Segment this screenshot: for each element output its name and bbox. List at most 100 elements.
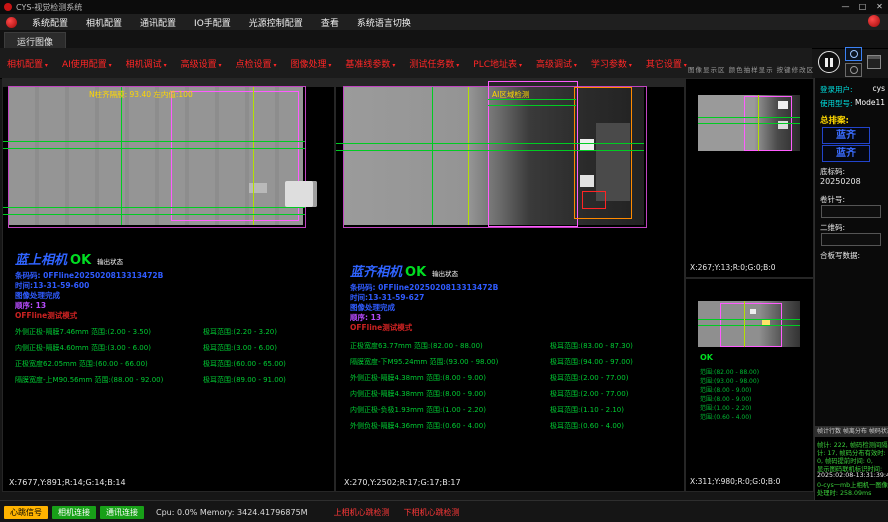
pink-roi-rect bbox=[488, 81, 578, 227]
measure-value: 外侧正极-隔膜4.38mm 范围:(8.00 - 9.00) bbox=[350, 373, 550, 383]
frame-stats-panel: 帧计行数 帧离分布 帧码状态 帧计: 222, 帧码检测间隔: 计: 17, 帧… bbox=[814, 426, 888, 501]
measure-range: 极耳范围:(2.20 - 3.20) bbox=[203, 327, 277, 337]
tool-image-process[interactable]: 图像处理 bbox=[283, 57, 338, 70]
needle-input[interactable] bbox=[821, 205, 881, 218]
qr-label: 二维码: bbox=[820, 222, 845, 233]
measure-row: 内侧正极-负极1.93mm 范围:(1.00 - 2.20)极耳范围:(1.10… bbox=[350, 405, 624, 415]
measure-range: 范围:(82.00 - 88.00) bbox=[700, 367, 759, 376]
yellow-guide-vline bbox=[758, 95, 759, 151]
model-label: 使用型号: bbox=[820, 98, 853, 109]
overlay-warn-text: N柱齐隔膜: 93.40 左内值:100 bbox=[89, 89, 193, 100]
tool-baseline-params[interactable]: 基准线参数 bbox=[338, 57, 402, 70]
tool-spot-check[interactable]: 点检设置 bbox=[229, 57, 284, 70]
stat-line-process-time: 处理时: 258.09ms bbox=[817, 488, 871, 497]
measure-row: 外侧正极-隔膜4.38mm 范围:(8.00 - 9.00)极耳范围:(2.00… bbox=[350, 373, 628, 383]
menu-light-config[interactable]: 光源控制配置 bbox=[240, 16, 312, 29]
camera-icon bbox=[850, 66, 858, 74]
measure-row: 内侧正极-隔膜4.60mm 范围:(3.00 - 6.00)极耳范围:(3.00… bbox=[15, 343, 277, 353]
green-guide-hline bbox=[336, 150, 644, 151]
measure-range: 范围:(8.00 - 9.00) bbox=[700, 385, 751, 394]
preview-view-top[interactable]: X:267;Y:13;R:0;G:0;B:0 bbox=[685, 78, 814, 278]
tool-plc-address[interactable]: PLC地址表 bbox=[466, 57, 529, 70]
brand-logo-right-icon bbox=[868, 15, 880, 27]
result-ok: OK bbox=[405, 265, 426, 280]
green-guide-hline bbox=[3, 207, 305, 208]
measure-range: 极耳范围:(60.00 - 65.00) bbox=[203, 359, 286, 369]
measure-range: 极耳范围:(83.00 - 87.30) bbox=[550, 341, 633, 351]
layout-button[interactable] bbox=[867, 55, 881, 69]
measure-row: 外侧正极-隔膜7.46mm 范围:(2.00 - 3.50)极耳范围:(2.20… bbox=[15, 327, 277, 337]
measure-value: 内侧正极-隔膜4.60mm 范围:(3.00 - 6.00) bbox=[15, 343, 203, 353]
maximize-button[interactable]: □ bbox=[854, 0, 871, 14]
pixel-coordinate-readout: X:311;Y:980;R:0;G:0;B:0 bbox=[690, 477, 780, 486]
model-row: 使用型号: Mode11 bbox=[820, 98, 885, 109]
measure-value: 外侧正极-隔膜7.46mm 范围:(2.00 - 3.50) bbox=[15, 327, 203, 337]
measure-value: 正极宽度62.05mm 范围:(60.00 - 66.00) bbox=[15, 359, 203, 369]
camera-lower-button[interactable] bbox=[845, 63, 862, 77]
menu-camera-config[interactable]: 相机配置 bbox=[77, 16, 131, 29]
tool-camera-debug[interactable]: 相机调试 bbox=[119, 57, 174, 70]
measure-value: 内侧正极-隔膜4.38mm 范围:(8.00 - 9.00) bbox=[350, 389, 550, 399]
green-guide-hline bbox=[336, 143, 644, 144]
green-guide-hline bbox=[698, 325, 800, 326]
measure-value: 隔膜宽度-下M95.24mm 范围:(93.00 - 98.00) bbox=[350, 357, 550, 367]
total-label: 总排案: bbox=[820, 114, 849, 126]
green-guide-hline bbox=[3, 214, 305, 215]
green-guide-vline bbox=[432, 87, 433, 225]
lower-camera-view[interactable]: AI区域检测 蓝齐相机OK输出状态 条码码: 0FFline2025020813… bbox=[335, 78, 685, 492]
menu-language[interactable]: 系统语言切换 bbox=[348, 16, 420, 29]
tool-learn-params[interactable]: 学习参数 bbox=[584, 57, 639, 70]
menu-comm-config[interactable]: 通讯配置 bbox=[131, 16, 185, 29]
tool-ai-config[interactable]: AI使用配置 bbox=[55, 57, 119, 70]
measure-value: 外侧负极-隔膜4.36mm 范围:(0.60 - 4.00) bbox=[350, 421, 550, 431]
minimize-button[interactable]: — bbox=[837, 0, 854, 14]
bottom-code-value: 20250208 bbox=[820, 177, 861, 186]
measure-row: 隔膜宽度-上M90.56mm 范围:(88.00 - 92.00)极耳范围:(8… bbox=[15, 375, 286, 385]
status-bar: 心跳信号 相机连接 通讯连接 Cpu: 0.0% Memory: 3424.41… bbox=[0, 500, 888, 522]
tool-advanced-debug[interactable]: 高级调试 bbox=[529, 57, 584, 70]
qr-input[interactable] bbox=[821, 233, 881, 246]
camera-connect-badge: 相机连接 bbox=[52, 506, 96, 519]
menu-io-config[interactable]: IO手配置 bbox=[185, 16, 240, 29]
tool-test-tasks[interactable]: 测试任务数 bbox=[402, 57, 466, 70]
result-subtitle: 输出状态 bbox=[97, 258, 123, 266]
pixel-coordinate-readout: X:7677,Y:891;R:14;G:14;B:14 bbox=[9, 478, 126, 487]
menu-system-config[interactable]: 系统配置 bbox=[23, 16, 77, 29]
close-button[interactable]: ✕ bbox=[871, 0, 888, 14]
measure-range: 极耳范围:(1.10 - 2.10) bbox=[550, 405, 624, 415]
measure-value: 隔膜宽度-上M90.56mm 范围:(88.00 - 92.00) bbox=[15, 375, 203, 385]
measure-range: 范围:(1.00 - 2.20) bbox=[700, 403, 751, 412]
measure-range: 极耳范围:(3.00 - 6.00) bbox=[203, 343, 277, 353]
result-title-text: 蓝齐相机 bbox=[350, 265, 402, 280]
needle-label: 卷针号: bbox=[820, 194, 845, 205]
yellow-guide-vline bbox=[253, 87, 254, 225]
result-ok: OK bbox=[700, 353, 713, 362]
tool-advanced-settings[interactable]: 高级设置 bbox=[174, 57, 229, 70]
window-controls: — □ ✕ bbox=[837, 0, 888, 14]
model-value: Mode11 bbox=[855, 98, 885, 109]
green-guide-hline bbox=[698, 123, 800, 124]
tool-other-settings[interactable]: 其它设置 bbox=[639, 57, 694, 70]
measure-range: 极耳范围:(2.00 - 77.00) bbox=[550, 389, 628, 399]
camera-upper-button[interactable] bbox=[845, 47, 862, 61]
green-guide-hline bbox=[3, 141, 305, 142]
preview-view-bottom[interactable]: OK 范围:(82.00 - 88.00) 范围:(93.00 - 98.00)… bbox=[685, 278, 814, 492]
menu-view[interactable]: 查看 bbox=[312, 16, 348, 29]
tab-row: 运行图像 bbox=[0, 30, 888, 49]
pixel-coordinate-readout: X:267;Y:13;R:0;G:0;B:0 bbox=[690, 263, 776, 272]
bottom-code-label: 底标码: bbox=[820, 166, 845, 177]
title-bar: CYS-视觉检测系统 — □ ✕ bbox=[0, 0, 888, 14]
upper-camera-view[interactable]: N柱齐隔膜: 93.40 左内值:100 蓝上相机OK输出状态 条码码: 0FF… bbox=[2, 78, 335, 492]
login-user-label: 登录用户: bbox=[820, 84, 853, 95]
measure-value: 正极宽度63.77mm 范围:(82.00 - 88.00) bbox=[350, 341, 550, 351]
red-roi-rect bbox=[582, 191, 606, 209]
stat-line-timestamp: 2025:02:08-13:31:39:40 bbox=[817, 472, 888, 479]
app-window: CYS-视觉检测系统 — □ ✕ 系统配置 相机配置 通讯配置 IO手配置 光源… bbox=[0, 0, 888, 522]
lower-camera-heartbeat-warning: 下相机心跳检测 bbox=[404, 507, 460, 518]
tool-camera-config[interactable]: 相机配置 bbox=[0, 57, 55, 70]
info-side-panel: 登录用户: cys 使用型号: Mode11 总排案: 蓝齐 蓝齐 底标码: 2… bbox=[814, 78, 888, 426]
measure-range: 极耳范围:(2.00 - 77.00) bbox=[550, 373, 628, 383]
window-title: CYS-视觉检测系统 bbox=[16, 2, 82, 13]
yellow-guide-vline bbox=[744, 301, 745, 347]
alert-line: OFFline测试模式 bbox=[15, 310, 77, 321]
